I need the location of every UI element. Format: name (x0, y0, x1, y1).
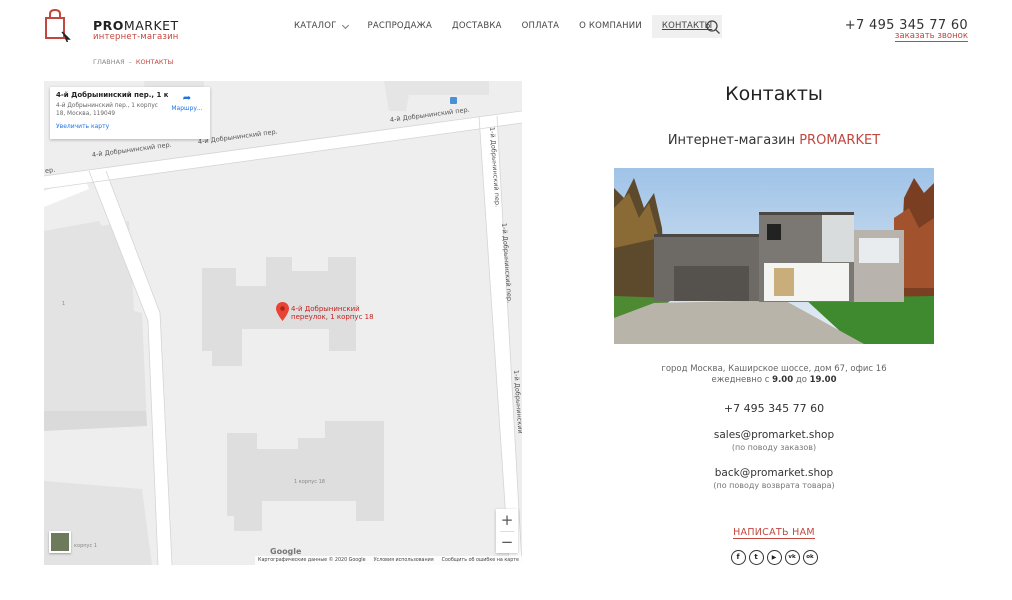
pin-label: 4-й Добрынинский переулок, 1 корпус 18 (291, 305, 374, 321)
chevron-down-icon (341, 21, 349, 29)
email-returns-note: (по поводу возврата товара) (713, 481, 835, 490)
map-data-credit: Картографические данные © 2020 Google (258, 558, 366, 563)
map-terms-link[interactable]: Условия использования (374, 558, 434, 563)
breadcrumb: Главная – Контакты (93, 58, 173, 66)
address-text: город Москва, Каширское шоссе, дом 67, о… (661, 364, 887, 374)
nav-item-catalog[interactable]: Каталог (284, 15, 358, 38)
zoom-in-button[interactable]: + (496, 509, 518, 531)
address-block: город Москва, Каширское шоссе, дом 67, о… (614, 364, 934, 386)
main-nav: Каталог Распродажа Доставка Оплата О ком… (284, 15, 723, 38)
email-sales-note: (по поводу заказов) (731, 443, 817, 452)
brand-name: PROMARKET (93, 18, 179, 33)
zoom-control: + − (496, 509, 518, 553)
nav-item-delivery[interactable]: Доставка (442, 15, 512, 38)
twitter-icon[interactable]: t (748, 550, 764, 565)
street-label: ер. (44, 165, 56, 175)
google-logo: Google (270, 547, 302, 556)
youtube-icon[interactable]: ▶ (766, 550, 782, 565)
map-footer: Картографические данные © 2020 Google Ус… (255, 556, 522, 565)
google-map[interactable]: 4-й Добрынинский пер. 4-й Добрынинский п… (44, 81, 522, 565)
building-label: 1 корпус 18 (294, 479, 325, 485)
breadcrumb-home[interactable]: Главная (93, 58, 125, 66)
breadcrumb-separator: – (128, 58, 132, 66)
shopping-bag-logo-icon[interactable] (42, 8, 72, 42)
vk-icon[interactable]: vk (784, 550, 800, 565)
nav-item-payment[interactable]: Оплата (512, 15, 570, 38)
site-header: PROMARKET интернет-магазин Каталог Распр… (0, 0, 1012, 56)
breadcrumb-current: Контакты (135, 58, 174, 66)
shop-title: Интернет-магазин PROMARKET (667, 133, 881, 148)
nav-item-sale[interactable]: Распродажа (358, 15, 443, 38)
enlarge-map-link[interactable]: Увеличить карту (56, 123, 204, 130)
callback-link[interactable]: заказать звонок (894, 32, 968, 42)
directions-button[interactable]: ➦ Маршру... (170, 93, 204, 112)
write-us-button-wrap: Написать нам (614, 520, 934, 539)
storefront-photo (614, 168, 934, 344)
directions-icon: ➦ (182, 93, 192, 104)
nav-item-about[interactable]: О компании (569, 15, 652, 38)
satellite-toggle[interactable] (49, 531, 71, 553)
email-returns[interactable]: back@promarket.shop (614, 467, 934, 479)
building-label: 1 (62, 301, 66, 307)
map-report-link[interactable]: Сообщить об ошибке на карте (442, 558, 519, 563)
working-hours: ежедневно с 9.00 до 19.00 (711, 375, 837, 385)
brand[interactable]: PROMARKET интернет-магазин (93, 19, 179, 42)
place-card-title: 4-й Добрынинский пер., 1 ко... (56, 91, 168, 99)
contact-phone[interactable]: +7 495 345 77 60 (614, 402, 934, 415)
map-pin-icon[interactable] (276, 302, 289, 321)
place-card: 4-й Добрынинский пер., 1 ко... 4-й Добры… (50, 87, 210, 139)
page-title: Контакты (725, 83, 823, 105)
building-label: корпус 1 (74, 543, 98, 549)
zoom-out-button[interactable]: − (496, 531, 518, 553)
odnoklassniki-icon[interactable]: ok (802, 550, 818, 565)
facebook-icon[interactable]: f (730, 550, 746, 565)
write-us-button[interactable]: Написать нам (733, 527, 815, 539)
social-links: f t ▶ vk ok (614, 550, 934, 565)
directions-label: Маршру... (171, 105, 203, 112)
place-card-address: 4-й Добрынинский пер., 1 корпус 18, Моск… (56, 103, 158, 117)
email-sales[interactable]: sales@promarket.shop (614, 429, 934, 441)
brand-subtitle: интернет-магазин (93, 32, 179, 42)
search-icon[interactable] (705, 19, 721, 35)
